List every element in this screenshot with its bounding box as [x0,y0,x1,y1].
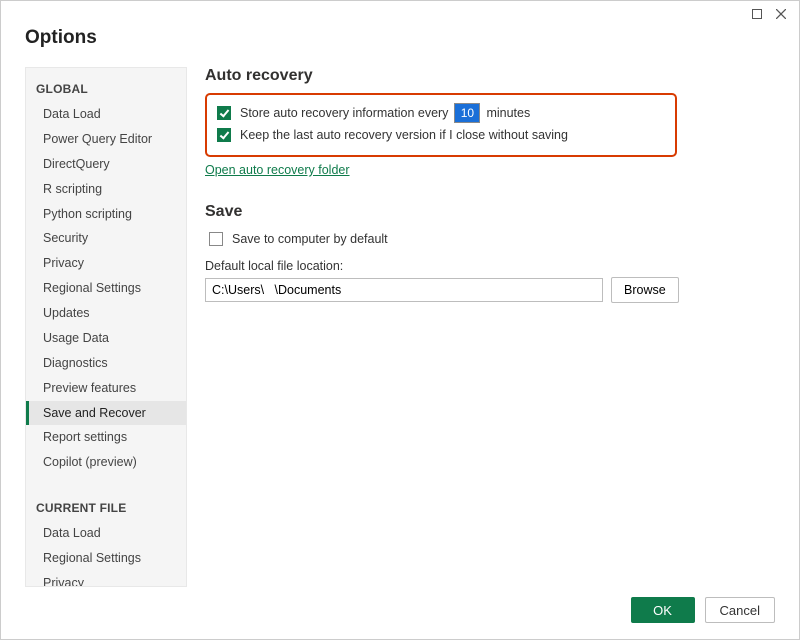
sidebar-item-diagnostics[interactable]: Diagnostics [26,351,186,376]
checkbox-keep-last-version[interactable] [217,128,231,142]
sidebar-item-power-query-editor[interactable]: Power Query Editor [26,127,186,152]
browse-button[interactable]: Browse [611,277,679,303]
row-store-info: Store auto recovery information every mi… [213,103,665,123]
sidebar-item-directquery[interactable]: DirectQuery [26,152,186,177]
sidebar-item-usage-data[interactable]: Usage Data [26,326,186,351]
sidebar-item-regional-settings[interactable]: Regional Settings [26,276,186,301]
label-store-suffix: minutes [486,106,530,120]
section-title-auto-recovery: Auto recovery [205,67,775,85]
section-title-save: Save [205,203,775,221]
sidebar-item-r-scripting[interactable]: R scripting [26,177,186,202]
sidebar-item-report-settings[interactable]: Report settings [26,425,186,450]
sidebar-group-global: GLOBAL [26,76,186,102]
auto-recovery-highlight: Store auto recovery information every mi… [205,93,677,157]
sidebar-item-regional-settings[interactable]: Regional Settings [26,546,186,571]
save-section: Save Save to computer by default Default… [205,203,775,303]
sidebar-item-security[interactable]: Security [26,226,186,251]
sidebar-item-copilot-preview-[interactable]: Copilot (preview) [26,450,186,475]
sidebar-item-privacy[interactable]: Privacy [26,251,186,276]
maximize-icon[interactable] [745,2,769,26]
sidebar-item-data-load[interactable]: Data Load [26,102,186,127]
dialog-header: Options [1,27,799,57]
sidebar-item-save-and-recover[interactable]: Save and Recover [26,401,186,426]
dialog-body: GLOBAL Data LoadPower Query EditorDirect… [1,57,799,587]
ok-button[interactable]: OK [631,597,695,623]
row-keep-last: Keep the last auto recovery version if I… [213,125,665,145]
close-icon[interactable] [769,2,793,26]
sidebar-item-preview-features[interactable]: Preview features [26,376,186,401]
label-store-prefix: Store auto recovery information every [240,106,448,120]
link-open-recovery-folder[interactable]: Open auto recovery folder [205,163,350,177]
sidebar-item-privacy[interactable]: Privacy [26,571,186,587]
titlebar [1,1,799,27]
dialog-title: Options [25,27,775,49]
input-auto-recovery-minutes[interactable] [454,103,480,123]
sidebar-group-currentfile: CURRENT FILE [26,495,186,521]
sidebar-item-updates[interactable]: Updates [26,301,186,326]
cancel-button[interactable]: Cancel [705,597,775,623]
label-save-local: Save to computer by default [232,232,388,246]
input-default-location[interactable] [205,278,603,302]
dialog-footer: OK Cancel [1,587,799,639]
sidebar-item-python-scripting[interactable]: Python scripting [26,202,186,227]
options-dialog: Options GLOBAL Data LoadPower Query Edit… [0,0,800,640]
main-panel: Auto recovery Store auto recovery inform… [201,67,775,587]
label-default-location: Default local file location: [205,259,775,273]
label-keep-last: Keep the last auto recovery version if I… [240,128,568,142]
checkbox-save-local-default[interactable] [209,232,223,246]
checkbox-store-auto-recovery[interactable] [217,106,231,120]
row-save-local: Save to computer by default [205,229,775,249]
sidebar: GLOBAL Data LoadPower Query EditorDirect… [25,67,187,587]
sidebar-item-data-load[interactable]: Data Load [26,521,186,546]
row-default-location: Browse [205,277,775,303]
